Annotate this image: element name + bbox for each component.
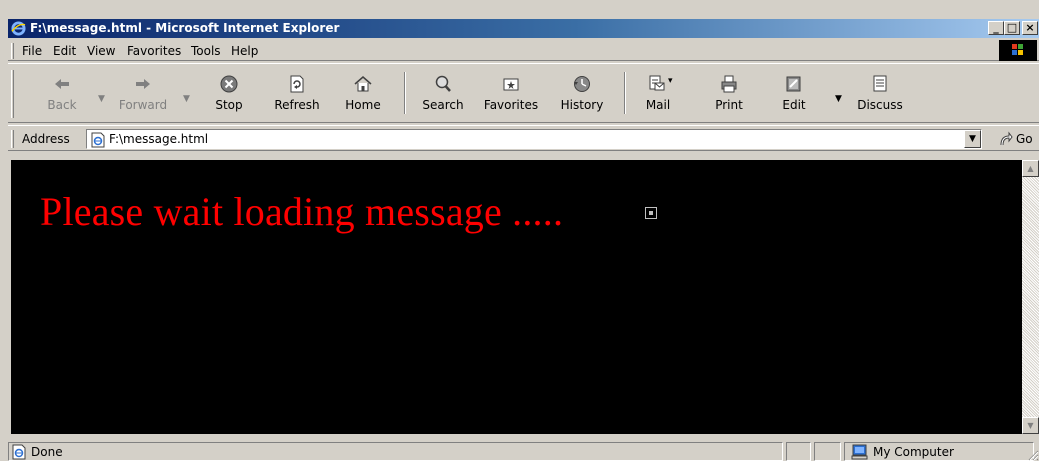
loading-indicator [645,207,657,219]
go-label: Go [1016,132,1033,146]
favorites-label: Favorites [483,98,539,112]
menu-favorites[interactable]: Favorites [127,44,181,58]
scroll-up-arrow-icon[interactable]: ▲ [1022,160,1039,177]
address-label: Address [22,132,70,146]
back-arrow-icon [55,79,69,89]
menu-bar-grip[interactable] [11,43,14,59]
home-button[interactable]: Home [341,72,385,120]
status-bar: Done My Computer [8,441,1039,461]
edit-icon [786,76,801,92]
scroll-down-arrow-icon[interactable]: ▼ [1022,417,1039,434]
menu-file[interactable]: File [22,44,42,58]
print-button[interactable]: Print [709,72,749,120]
discuss-icon [873,75,887,92]
menu-tools[interactable]: Tools [191,44,221,58]
windows-logo-throbber [999,40,1037,61]
browser-window: F:\message.html - Microsoft Internet Exp… [0,0,1039,461]
ie-page-icon [12,444,26,460]
go-button[interactable]: Go [997,131,1039,149]
go-arrow-icon [1000,131,1013,146]
forward-label: Forward [118,98,168,112]
stop-button[interactable]: Stop [211,72,247,120]
edit-dropdown-arrow[interactable]: ▼ [835,94,842,104]
mail-icon [649,75,665,91]
toolbar-grip[interactable] [11,70,14,118]
standard-toolbar: Back ▼ Forward ▼ Stop Refresh Home Searc… [8,63,1039,123]
loading-message: Please wait loading message ..... [40,189,564,234]
toolbar-separator [404,72,406,114]
discuss-button[interactable]: Discuss [853,72,907,120]
ie-page-icon [91,132,105,148]
address-dropdown-button[interactable]: ▼ [964,130,981,148]
history-button[interactable]: History [555,72,609,120]
search-icon [435,75,451,92]
stop-icon [220,75,238,93]
print-icon [721,75,737,93]
vertical-scrollbar[interactable]: ▲ ▼ [1022,160,1039,434]
my-computer-icon [851,444,868,460]
search-label: Search [422,98,464,112]
forward-arrow-icon [136,79,150,89]
windows-flag-icon [1012,44,1023,55]
menu-view[interactable]: View [87,44,115,58]
mail-dropdown-arrow[interactable]: ▾ [668,76,673,86]
stop-label: Stop [215,98,243,112]
window-title: F:\message.html - Microsoft Internet Exp… [30,21,340,35]
forward-button[interactable]: Forward [113,72,173,120]
search-button[interactable]: Search [419,72,467,120]
favorites-icon [503,78,519,91]
home-icon [354,76,372,92]
address-bar: Address F:\message.html ▼ Go [8,125,1039,151]
address-value: F:\message.html [109,132,209,146]
back-label: Back [47,98,77,112]
edit-button[interactable]: Edit [776,72,812,120]
history-label: History [560,98,604,112]
minimize-button[interactable]: _ [988,21,1004,35]
address-input[interactable]: F:\message.html ▼ [86,129,982,149]
menu-bar: File Edit View Favorites Tools Help [8,40,1039,61]
toolbar-separator [624,72,626,114]
close-button[interactable]: × [1022,21,1038,35]
back-button[interactable]: Back [44,72,80,120]
page-content: Please wait loading message ..... [11,160,1022,434]
print-label: Print [715,98,743,112]
favorites-button[interactable]: Favorites [478,72,544,120]
home-label: Home [345,98,381,112]
ie-logo-icon [11,21,26,36]
security-zone-label: My Computer [873,445,954,459]
edit-label: Edit [782,98,806,112]
status-progress-pane [786,442,811,461]
refresh-icon [290,75,304,93]
status-main-pane: Done [8,442,783,461]
address-bar-grip[interactable] [11,130,14,148]
discuss-label: Discuss [857,98,903,112]
refresh-label: Refresh [274,98,320,112]
back-dropdown-arrow[interactable]: ▼ [98,94,105,104]
forward-dropdown-arrow[interactable]: ▼ [183,94,190,104]
status-text: Done [31,445,63,459]
title-bar[interactable]: F:\message.html - Microsoft Internet Exp… [8,19,1039,38]
history-icon [574,76,590,92]
status-security-pane [814,442,841,461]
refresh-button[interactable]: Refresh [270,72,324,120]
security-zone-pane[interactable]: My Computer [844,442,1034,461]
resize-grip-icon[interactable] [1027,449,1039,461]
maximize-button[interactable]: □ [1004,21,1020,35]
mail-label: Mail [645,98,671,112]
menu-help[interactable]: Help [231,44,258,58]
menu-edit[interactable]: Edit [53,44,76,58]
